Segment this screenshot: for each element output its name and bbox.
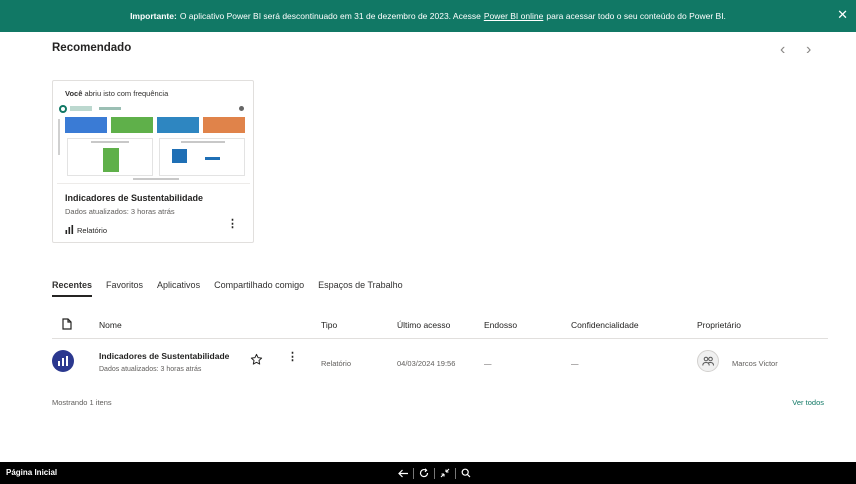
content-tabs: Recentes Favoritos Aplicativos Compartil… — [52, 280, 417, 297]
close-icon[interactable]: ✕ — [837, 8, 848, 22]
thumbnail-bar-blue-2 — [205, 157, 220, 160]
header-type[interactable]: Tipo — [321, 320, 337, 330]
tab-recentes[interactable]: Recentes — [52, 280, 93, 297]
frequency-note-bold: Você — [65, 89, 83, 98]
discontinuation-banner: Importante: O aplicativo Power BI será d… — [0, 0, 856, 32]
row-owner: Marcos Victor — [732, 359, 778, 368]
row-report-name[interactable]: Indicadores de Sustentabilidade — [99, 351, 229, 361]
card-type-label: Relatório — [77, 226, 108, 235]
row-endorsement: — — [484, 359, 492, 368]
frequency-note-rest: abriu isto com frequência — [84, 89, 169, 98]
chevron-right-icon[interactable]: › — [806, 42, 811, 58]
taskbar-title: Página Inicial — [6, 468, 58, 477]
bar-chart-icon — [65, 225, 74, 236]
bottom-taskbar: Página Inicial — [0, 462, 856, 484]
tab-compartilhado-comigo[interactable]: Compartilhado comigo — [214, 280, 304, 297]
more-icon[interactable]: ⋮ — [287, 352, 298, 363]
tab-favoritos[interactable]: Favoritos — [106, 280, 143, 297]
banner-text-after: para acessar todo o seu conteúdo do Powe… — [546, 11, 726, 21]
header-divider — [52, 338, 828, 339]
people-icon — [697, 350, 719, 372]
recommended-card[interactable]: Você abriu isto com frequência Indicador… — [52, 80, 254, 243]
banner-text-before: O aplicativo Power BI será descontinuado… — [179, 11, 481, 21]
collapse-icon[interactable] — [436, 466, 454, 480]
taskbar-tools — [394, 466, 475, 480]
thumbnail-kpi-blue — [65, 117, 107, 133]
frequency-note: Você abriu isto com frequência — [65, 89, 168, 98]
thumbnail-kpi-green — [111, 117, 153, 133]
card-updated-text: Dados atualizados: 3 horas atrás — [65, 207, 175, 216]
row-type: Relatório — [321, 359, 352, 368]
file-icon — [62, 317, 72, 335]
showing-count: Mostrando 1 itens — [52, 398, 112, 407]
banner-important-label: Importante: — [130, 11, 177, 21]
row-sensitivity: — — [571, 359, 579, 368]
row-last-access: 04/03/2024 19:56 — [397, 359, 456, 368]
power-bi-online-link[interactable]: Power BI online — [484, 11, 544, 21]
report-icon[interactable] — [52, 350, 74, 372]
refresh-icon[interactable] — [415, 466, 433, 480]
header-last-access[interactable]: Último acesso — [397, 320, 450, 330]
tab-espacos-de-trabalho[interactable]: Espaços de Trabalho — [318, 280, 403, 297]
see-all-link[interactable]: Ver todos — [792, 398, 824, 407]
recommended-heading: Recomendado — [52, 42, 132, 54]
search-icon[interactable] — [457, 466, 475, 480]
header-name[interactable]: Nome — [99, 320, 122, 330]
back-arrow-icon[interactable] — [394, 466, 412, 480]
thumbnail-bar-green — [103, 148, 119, 172]
card-type: Relatório — [65, 225, 107, 236]
star-icon[interactable] — [250, 353, 263, 371]
thumbnail-bar-blue — [172, 149, 187, 163]
header-endorsement[interactable]: Endosso — [484, 320, 517, 330]
thumbnail-kpi-blue-2 — [157, 117, 199, 133]
header-sensitivity[interactable]: Confidencialidade — [571, 320, 639, 330]
card-report-name[interactable]: Indicadores de Sustentabilidade — [65, 193, 203, 203]
row-updated-text: Dados atualizados: 3 horas atrás — [99, 366, 202, 373]
tab-aplicativos[interactable]: Aplicativos — [157, 280, 200, 297]
thumbnail-kpi-orange — [203, 117, 245, 133]
more-icon[interactable]: ⋮ — [227, 219, 238, 230]
chevron-left-icon[interactable]: ‹ — [780, 42, 785, 58]
report-thumbnail[interactable] — [57, 103, 250, 184]
header-owner[interactable]: Proprietário — [697, 320, 741, 330]
thumbnail-logo — [59, 105, 67, 113]
